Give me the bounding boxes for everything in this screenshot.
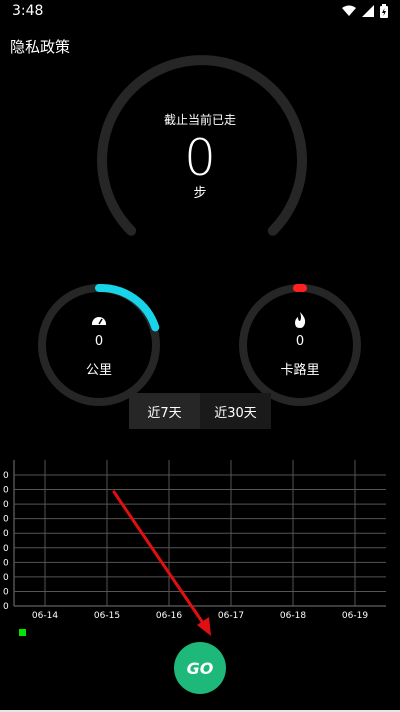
period-tabs: 近7天 近30天 [129,393,271,429]
chart-x-tick-label: 06-17 [218,611,244,621]
chart-y-tick-label: 0 [3,587,9,597]
chart-x-tick-label: 06-19 [342,611,368,621]
flame-icon [295,312,306,328]
steps-chart: 0 0 0 0 0 0 0 0 0 0 06-14 06-15 06-16 06-17 06-18 06-19 [3,460,386,621]
chart-y-tick-label: 0 [3,602,9,612]
chart-x-tick-label: 06-18 [280,611,306,621]
go-button[interactable]: GO [174,642,226,694]
calories-label: 卡路里 [280,363,320,378]
chart-x-tick-label: 06-14 [32,611,58,621]
distance-value: 0 [94,334,104,349]
distance-label: 公里 [85,363,112,378]
chart-legend-swatch [19,629,26,636]
steps-unit: 步 [193,186,207,201]
chart-y-tick-label: 0 [3,529,9,539]
dashboard-graphics: 0 0 0 0 0 0 0 0 0 0 06-14 06-15 06-16 06-17 06-18 06-19 [3,55,386,636]
steps-caption: 截止当前已走 [163,113,236,127]
calories-value: 0 [295,334,305,349]
chart-y-tick-label: 0 [3,544,9,554]
speedometer-icon [92,317,106,325]
chart-y-tick-label: 0 [3,558,9,568]
tab-30-days[interactable]: 近30天 [200,393,271,429]
tab-7-days[interactable]: 近7天 [129,393,200,429]
chart-y-tick-label: 0 [3,573,9,583]
chart-y-tick-label: 0 [3,500,9,510]
chart-y-tick-label: 0 [3,515,9,525]
chart-x-tick-label: 06-15 [94,611,120,621]
chart-y-tick-label: 0 [3,471,9,481]
steps-value: 0 [184,129,216,187]
chart-y-tick-label: 0 [3,486,9,496]
chart-x-tick-label: 06-16 [156,611,182,621]
